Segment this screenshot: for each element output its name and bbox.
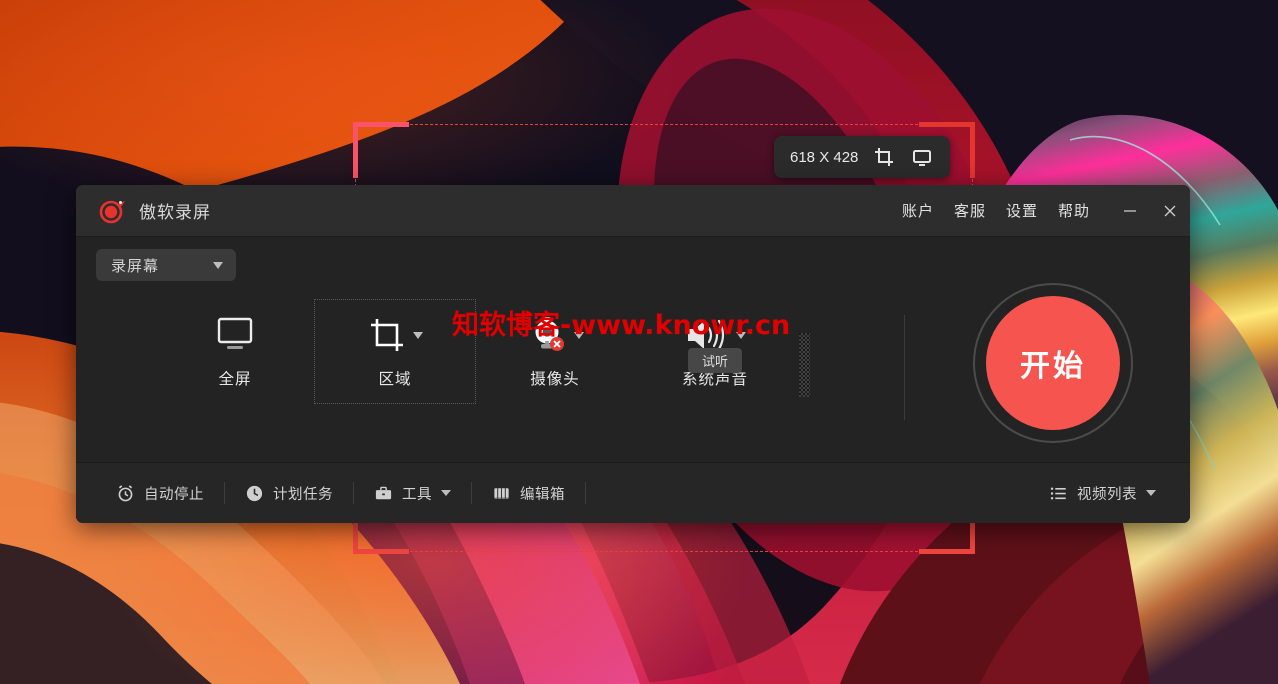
bottom-item-auto-stop[interactable]: 自动停止 [104,478,216,509]
bottom-item-video-list[interactable]: 视频列表 [1037,478,1168,509]
titlebar-menu[interactable]: 账户 客服 设置 帮助 [892,194,1100,227]
clock-icon [245,484,264,503]
minimize-button[interactable] [1110,185,1150,237]
bottom-item-editor-box-label: 编辑箱 [520,486,565,503]
record-mode-select[interactable]: 录屏幕 [96,249,236,281]
briefcase-icon [374,484,393,503]
toolbar-separator [224,482,225,504]
bottom-item-tools[interactable]: 工具 [362,478,463,509]
option-region-label: 区域 [378,371,412,388]
toolbar-separator [585,482,586,504]
toolbar-separator [353,482,354,504]
option-webcam-iconrow [526,312,584,358]
option-fullscreen[interactable]: 全屏 [155,300,315,403]
audio-level-meter [799,333,810,397]
chevron-down-icon[interactable] [213,261,223,269]
option-region-iconrow [367,312,423,358]
chevron-down-icon[interactable] [441,490,451,496]
alarm-clock-icon [116,484,135,503]
chevron-down-icon[interactable] [1146,490,1156,496]
audio-preview-button[interactable]: 试听 [687,348,743,373]
option-system-sound[interactable]: 试听 系统声音 [635,300,795,403]
bottom-item-editor-box[interactable]: 编辑箱 [480,478,577,509]
record-mode-button[interactable]: 录屏幕 [96,249,236,281]
window-titlebar[interactable]: 傲软录屏 账户 客服 设置 帮助 [76,185,1190,237]
selection-size-label: 618 X 428 [790,148,859,166]
menu-item-account[interactable]: 账户 [892,194,944,227]
window-title: 傲软录屏 [139,203,211,222]
selection-size-toolbar[interactable]: 618 X 428 [774,136,951,178]
bottom-item-tools-label: 工具 [402,486,432,503]
list-icon [1049,484,1068,503]
chevron-down-icon[interactable] [736,331,746,339]
monitor-icon [213,315,257,355]
menu-item-support[interactable]: 客服 [944,194,996,227]
option-fullscreen-label: 全屏 [218,371,252,388]
chevron-down-icon[interactable] [574,331,584,339]
bottom-toolbar[interactable]: 自动停止 计划任务 工具 编辑箱 视频列表 [76,462,1190,523]
start-recording-label: 开始 [986,296,1120,430]
close-button[interactable] [1150,185,1190,237]
bottom-item-scheduled-task-label: 计划任务 [273,486,333,503]
crop-icon[interactable] [872,145,896,169]
bottom-item-video-list-label: 视频列表 [1077,486,1137,503]
option-fullscreen-iconrow [213,312,257,358]
record-mode-value: 录屏幕 [111,257,160,275]
apowersoft-logo-icon [98,196,128,226]
bottom-item-auto-stop-label: 自动停止 [144,486,204,503]
monitor-icon[interactable] [910,145,934,169]
option-webcam[interactable]: 摄像头 [475,300,635,403]
option-webcam-label: 摄像头 [530,371,580,388]
menu-item-settings[interactable]: 设置 [996,194,1048,227]
capture-options[interactable]: 全屏 区域 摄像头 试听 系统声音 [155,299,795,404]
toolbar-separator [471,482,472,504]
window-controls[interactable] [1110,185,1190,237]
brand: 傲软录屏 [98,196,211,226]
webcam-off-icon [526,314,568,356]
chevron-down-icon[interactable] [413,331,423,339]
start-recording-button[interactable]: 开始 [973,283,1133,443]
panel-divider [904,315,905,420]
bottom-item-scheduled-task[interactable]: 计划任务 [233,478,345,509]
option-region[interactable]: 区域 [314,299,476,404]
crop-icon [367,315,407,355]
menu-item-help[interactable]: 帮助 [1048,194,1100,227]
toolbox-icon [492,484,511,503]
